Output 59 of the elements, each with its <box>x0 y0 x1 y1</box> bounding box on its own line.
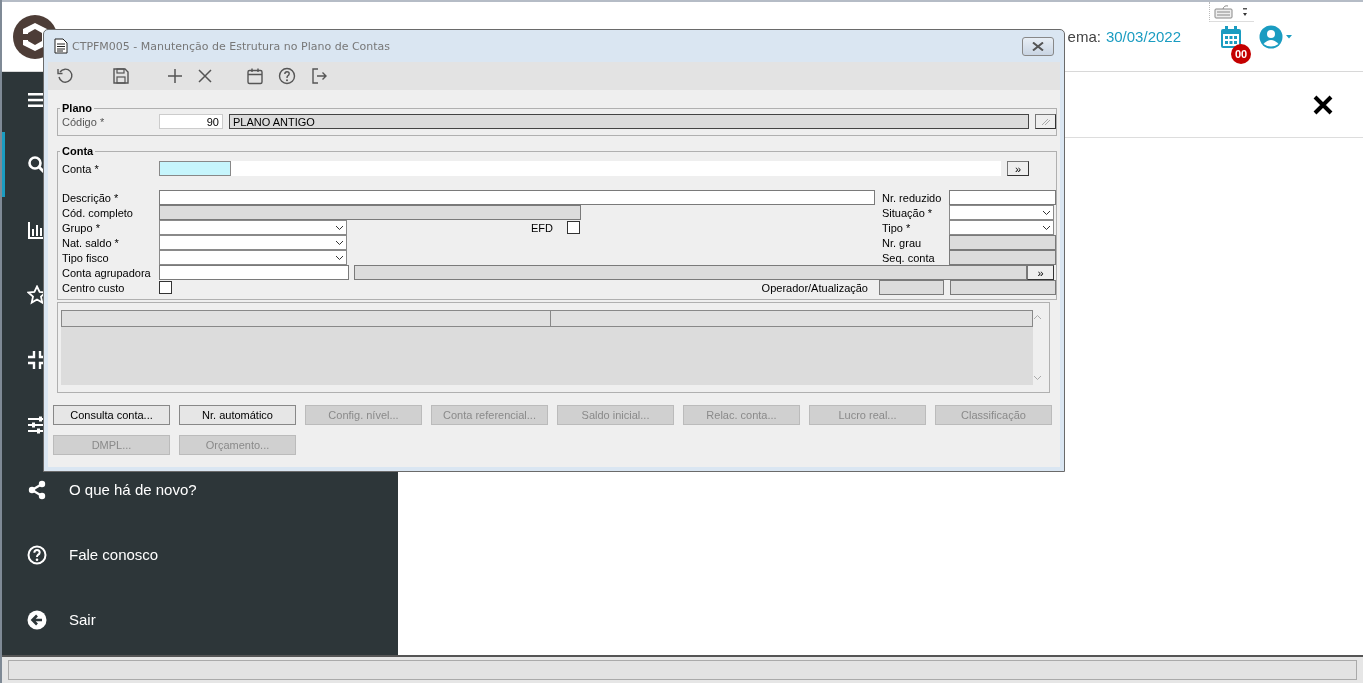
help-icon[interactable] <box>278 67 296 85</box>
lookup-button[interactable] <box>1035 114 1056 129</box>
field-label: Cód. completo <box>62 206 134 219</box>
date-label: ema: <box>1067 28 1101 45</box>
save-icon[interactable] <box>112 67 130 85</box>
calendar-icon[interactable] <box>246 67 264 85</box>
dropdown-field[interactable] <box>949 205 1054 220</box>
checkbox[interactable] <box>159 281 172 294</box>
close-icon[interactable] <box>1313 94 1333 115</box>
undo-icon[interactable] <box>56 67 74 85</box>
input-field[interactable] <box>159 190 875 205</box>
sidebar-item[interactable]: Sair <box>2 587 108 652</box>
more-button[interactable]: » <box>1027 265 1054 280</box>
field-label: Tipo * <box>882 221 912 234</box>
dropdown-field[interactable] <box>159 220 347 235</box>
field-label: Conta * <box>62 162 100 175</box>
field-label: Nr. grau <box>882 236 923 249</box>
user-avatar-icon[interactable] <box>1259 24 1293 49</box>
more-button[interactable]: » <box>1007 161 1029 176</box>
field-label: Descrição * <box>62 191 120 204</box>
action-button[interactable]: Consulta conta... <box>53 405 170 425</box>
sidebar-item[interactable]: Fale conosco <box>2 522 171 587</box>
exit-icon[interactable] <box>310 67 328 85</box>
field-label: Centro custo <box>62 281 126 294</box>
close-icon <box>1032 41 1044 51</box>
window-title: CTPFM005 - Manutenção de Estrutura no Plano de Contas <box>72 39 391 53</box>
sidebar-item[interactable]: O que há de novo? <box>2 457 209 522</box>
readonly-field: PLANO ANTIGO <box>229 114 1029 129</box>
dropdown-field[interactable] <box>949 220 1054 235</box>
readonly-field <box>879 280 944 295</box>
input-field[interactable] <box>949 190 1056 205</box>
field-label: Operador/Atualização <box>761 281 868 294</box>
section-title: Plano <box>61 102 93 114</box>
section-title: Conta <box>61 145 95 157</box>
checkbox[interactable] <box>567 221 580 234</box>
field-label: Conta agrupadora <box>62 266 152 279</box>
calendar-icon[interactable] <box>1219 24 1243 49</box>
input-field[interactable] <box>231 161 1001 176</box>
dropdown-field[interactable] <box>159 250 347 265</box>
document-icon <box>54 38 68 54</box>
system-date: 30/03/2022 <box>1105 28 1181 45</box>
input-field[interactable] <box>159 265 349 280</box>
help-icon <box>27 544 47 565</box>
action-button[interactable]: Nr. automático <box>179 405 296 425</box>
field-label: Situação * <box>882 206 934 219</box>
input-field[interactable]: 90 <box>159 114 223 129</box>
share-icon <box>27 479 47 500</box>
add-icon[interactable] <box>166 67 184 85</box>
field-label: EFD <box>531 221 553 234</box>
input-field[interactable] <box>159 161 231 176</box>
field-label: Grupo * <box>62 221 101 234</box>
field-label: Nat. saldo * <box>62 236 120 249</box>
dropdown-field[interactable] <box>159 235 347 250</box>
close-button[interactable] <box>1022 36 1054 56</box>
field-label: Nr. reduzido <box>882 191 943 204</box>
notification-badge: 00 <box>1231 43 1251 64</box>
field-label: Tipo fisco <box>62 251 110 264</box>
field-label: Seq. conta <box>882 251 936 264</box>
field-label: Código * <box>62 115 106 128</box>
